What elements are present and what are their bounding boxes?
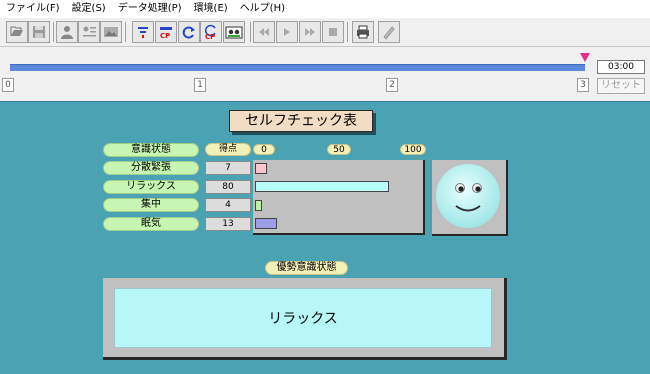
refresh-button[interactable] — [178, 21, 200, 43]
timeline-position-marker[interactable] — [580, 53, 590, 62]
smiley-face-icon — [436, 164, 500, 228]
timeline-track[interactable] — [10, 64, 585, 71]
play-button[interactable] — [276, 21, 298, 43]
cp-red-icon: CP — [160, 27, 172, 40]
timeline-tick[interactable]: 3 — [577, 78, 589, 92]
timeline-tick[interactable]: 2 — [386, 78, 398, 92]
state-header: 意識状態 — [103, 143, 199, 157]
user-list-button[interactable] — [78, 21, 100, 43]
save-icon — [33, 26, 45, 38]
open-icon — [10, 26, 23, 36]
toolbar: CP CP — [0, 19, 650, 47]
score-bar-tension — [255, 163, 267, 174]
tape-button[interactable] — [223, 21, 245, 43]
play-icon — [284, 28, 290, 36]
toolbar-separator — [53, 22, 54, 42]
print-icon — [357, 25, 369, 39]
toolbar-separator — [347, 22, 348, 42]
score-header: 得点 — [205, 143, 251, 156]
refresh-icon — [182, 26, 195, 39]
stop-icon — [329, 28, 337, 36]
help-pen-icon — [383, 26, 395, 40]
cp-refresh-button[interactable]: CP — [200, 21, 222, 43]
face-panel — [432, 160, 508, 236]
state-label-drowsy: 眠気 — [103, 217, 199, 231]
score-focus: 4 — [205, 198, 251, 212]
toolbar-separator — [250, 22, 251, 42]
score-relax: 80 — [205, 180, 251, 194]
cp-button[interactable]: CP — [155, 21, 177, 43]
filter-icon — [138, 27, 148, 38]
filter-button[interactable] — [132, 21, 154, 43]
scale-label-50: 50 — [327, 144, 351, 155]
rewind-button[interactable] — [253, 21, 275, 43]
user-button[interactable] — [56, 21, 78, 43]
score-tension: 7 — [205, 161, 251, 175]
save-button[interactable] — [28, 21, 50, 43]
time-display: 03:00 — [597, 60, 645, 74]
svg-text:CP: CP — [205, 33, 215, 40]
image-button[interactable] — [100, 21, 122, 43]
menu-file[interactable]: ファイル(F) — [0, 0, 66, 18]
menu-environment[interactable]: 環境(E) — [188, 0, 234, 18]
rewind-icon — [259, 28, 269, 36]
score-bar-drowsy — [255, 218, 277, 229]
svg-text:CP: CP — [160, 32, 170, 40]
open-button[interactable] — [6, 21, 28, 43]
menu-help[interactable]: ヘルプ(H) — [234, 0, 291, 18]
reset-button[interactable]: リセット — [597, 78, 645, 94]
score-bar-relax — [255, 181, 389, 192]
timeline-tick[interactable]: 0 — [2, 78, 14, 92]
menu-settings[interactable]: 設定(S) — [66, 0, 112, 18]
timeline: 0 1 2 3 03:00 リセット — [0, 48, 650, 100]
fast-forward-button[interactable] — [299, 21, 321, 43]
score-bar-focus — [255, 200, 262, 211]
print-button[interactable] — [352, 21, 374, 43]
scale-label-100: 100 — [400, 144, 426, 155]
timeline-tick[interactable]: 1 — [194, 78, 206, 92]
page-title: セルフチェック表 — [229, 110, 373, 132]
fast-forward-icon — [305, 28, 315, 36]
help-pen-button[interactable] — [378, 21, 400, 43]
dominant-state-value: リラックス — [114, 288, 492, 348]
image-icon — [104, 27, 118, 37]
state-label-focus: 集中 — [103, 198, 199, 212]
state-label-relax: リラックス — [103, 180, 199, 194]
score-bars-panel — [253, 160, 425, 235]
cp-refresh-icon: CP — [204, 24, 216, 40]
menu-data-processing[interactable]: データ処理(P) — [112, 0, 188, 18]
state-label-tension: 分散緊張 — [103, 161, 199, 175]
stop-button[interactable] — [322, 21, 344, 43]
toolbar-separator — [125, 22, 126, 42]
user-icon — [61, 26, 73, 39]
dominant-state-label: 優勢意識状態 — [265, 261, 348, 275]
user-list-icon — [83, 26, 96, 37]
tape-icon — [225, 26, 243, 39]
dominant-state-panel: リラックス — [103, 278, 507, 360]
score-drowsy: 13 — [205, 217, 251, 231]
menu-bar: ファイル(F) 設定(S) データ処理(P) 環境(E) ヘルプ(H) — [0, 0, 650, 18]
scale-label-0: 0 — [253, 144, 275, 155]
